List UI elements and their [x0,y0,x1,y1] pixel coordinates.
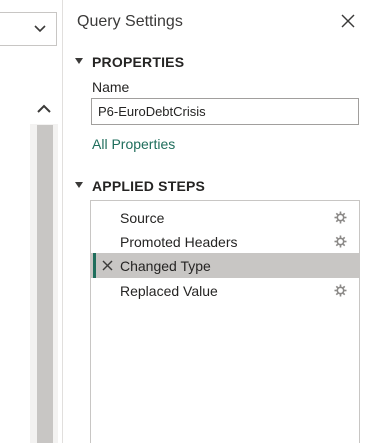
properties-section-header[interactable]: PROPERTIES [75,54,184,70]
close-icon[interactable] [339,12,357,30]
query-settings-panel: Query Settings PROPERTIES Name All Prope… [63,0,387,443]
properties-heading: PROPERTIES [92,54,185,70]
chevron-up-icon [37,104,51,113]
scroll-up-button[interactable] [30,94,58,124]
scrollbar-thumb[interactable] [37,125,53,443]
query-dropdown[interactable] [0,12,57,46]
step-label: Changed Type [120,257,211,274]
step-replaced-value[interactable]: Replaced Value [91,278,359,303]
query-name-input[interactable] [91,98,359,125]
gear-icon[interactable] [334,235,347,248]
applied-steps-section-header[interactable]: APPLIED STEPS [75,178,205,194]
chevron-down-icon [34,25,46,33]
collapse-triangle-icon [75,182,83,188]
gear-icon[interactable] [334,211,347,224]
step-label: Promoted Headers [120,233,238,250]
collapse-triangle-icon [75,58,83,64]
step-label: Source [120,209,165,226]
step-label: Replaced Value [120,282,218,299]
left-pane [0,0,63,443]
applied-steps-list: Source Promoted Headers Changed Type Rep… [90,200,360,443]
step-source[interactable]: Source [91,205,359,230]
panel-title: Query Settings [77,13,183,30]
step-promoted-headers[interactable]: Promoted Headers [91,229,359,254]
step-changed-type[interactable]: Changed Type [91,253,359,278]
name-label: Name [92,79,130,95]
gear-icon[interactable] [334,284,347,297]
applied-steps-heading: APPLIED STEPS [92,178,206,194]
all-properties-link[interactable]: All Properties [92,136,175,152]
delete-x-icon[interactable] [102,260,113,271]
